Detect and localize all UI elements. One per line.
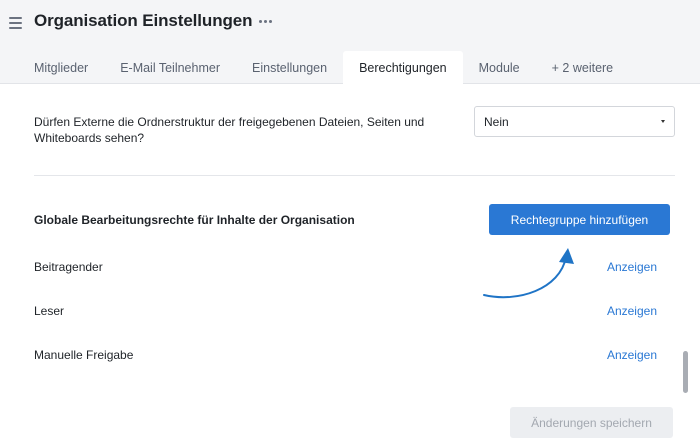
tab-berechtigungen[interactable]: Berechtigungen <box>343 51 463 85</box>
external-structure-question: Dürfen Externe die Ordnerstruktur der fr… <box>34 115 425 145</box>
tab-email-teilnehmer[interactable]: E-Mail Teilnehmer <box>104 51 236 84</box>
annotation-arrow-icon <box>483 248 574 299</box>
external-structure-select[interactable]: Nein <box>474 106 675 137</box>
settings-header: Organisation Einstellungen Mitglieder E-… <box>0 0 700 85</box>
save-changes-button[interactable]: Änderungen speichern <box>510 407 673 438</box>
show-rights-group-link[interactable]: Anzeigen <box>607 260 657 274</box>
rights-group-label: Leser <box>34 304 65 318</box>
tab-bar: Mitglieder E-Mail Teilnehmer Einstellung… <box>18 51 630 85</box>
hamburger-menu-icon[interactable] <box>9 15 23 29</box>
permissions-panel: Dürfen Externe die Ordnerstruktur der fr… <box>0 85 700 446</box>
tab-more[interactable]: + 2 weitere <box>536 51 630 84</box>
scrollbar-thumb[interactable] <box>683 351 688 393</box>
tab-mitglieder[interactable]: Mitglieder <box>18 51 104 84</box>
page-title: Organisation Einstellungen <box>34 11 253 30</box>
add-rights-group-button[interactable]: Rechtegruppe hinzufügen <box>489 204 670 235</box>
section-divider <box>34 175 675 176</box>
rights-group-label: Manuelle Freigabe <box>34 348 134 362</box>
caret-down-icon <box>661 120 665 123</box>
show-rights-group-link[interactable]: Anzeigen <box>607 304 657 318</box>
tab-module[interactable]: Module <box>463 51 536 84</box>
tab-einstellungen[interactable]: Einstellungen <box>236 51 343 84</box>
rights-group-label: Beitragender <box>34 260 103 274</box>
show-rights-group-link[interactable]: Anzeigen <box>607 348 657 362</box>
more-horizontal-icon[interactable] <box>259 20 273 24</box>
section-title: Globale Bearbeitungsrechte für Inhalte d… <box>34 213 355 227</box>
select-value: Nein <box>484 114 509 129</box>
